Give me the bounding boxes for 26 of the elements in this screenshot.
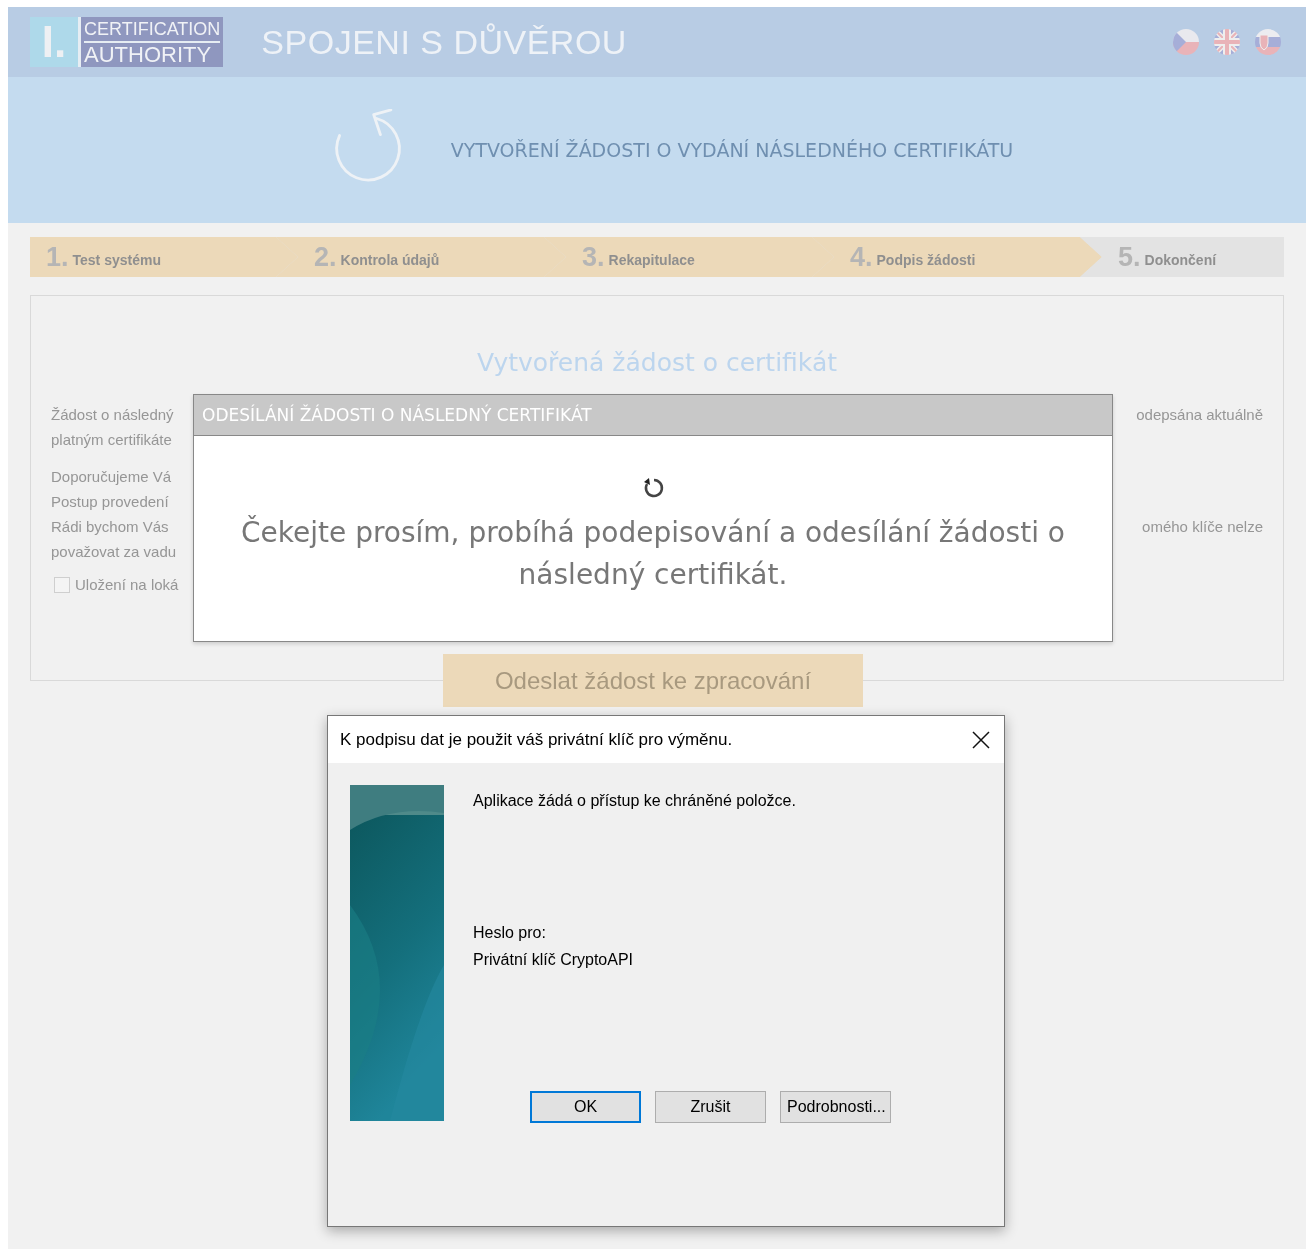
key-name: Privátní klíč CryptoAPI [473,950,635,970]
dialog-button[interactable]: Podrobnosti... [780,1091,891,1123]
body-text: Doporučujeme Vá [51,468,173,485]
dialog-message: Aplikace žádá o přístup ke chráněné položce. [473,791,797,811]
flag-icon[interactable] [1213,28,1241,56]
body-text: omého klíče nelze [1141,518,1263,535]
flag-icon[interactable] [1172,28,1200,56]
logo-text: AUTHORITY [84,41,221,67]
body-text: odepsána aktuálně [1135,406,1263,423]
body-text: Žádost o následný [51,406,175,423]
checkbox-label: Uložení na loká [75,576,179,593]
flag-icon[interactable] [1254,28,1282,56]
body-text: považovat za vadu [51,543,178,560]
body-text: platným certifikáte [51,431,173,448]
close-icon[interactable] [972,730,990,749]
page-heading: VYTVOŘENÍ ŽÁDOSTI O VYDÁNÍ NÁSLEDNÉHO CERTIFIKÁTU [450,139,1014,161]
checkbox[interactable] [54,576,70,593]
dialog-button[interactable]: OK [530,1091,641,1123]
body-text: Postup provedení [51,493,170,510]
password-label: Heslo pro: [473,923,547,943]
dialog-title: K podpisu dat je použit váš privátní klíč pro výměnu. [340,729,733,750]
logo-text: CERTIFICATION [84,18,221,41]
dialog-button[interactable]: Zrušit [655,1091,766,1123]
body-text: Rádi bychom Vás [51,518,170,535]
logo-mark: I. [30,17,81,67]
wait-message: Čekejte prosím, probíhá podepisování a odesílání žádosti o následný certifikát. [240,514,1066,593]
